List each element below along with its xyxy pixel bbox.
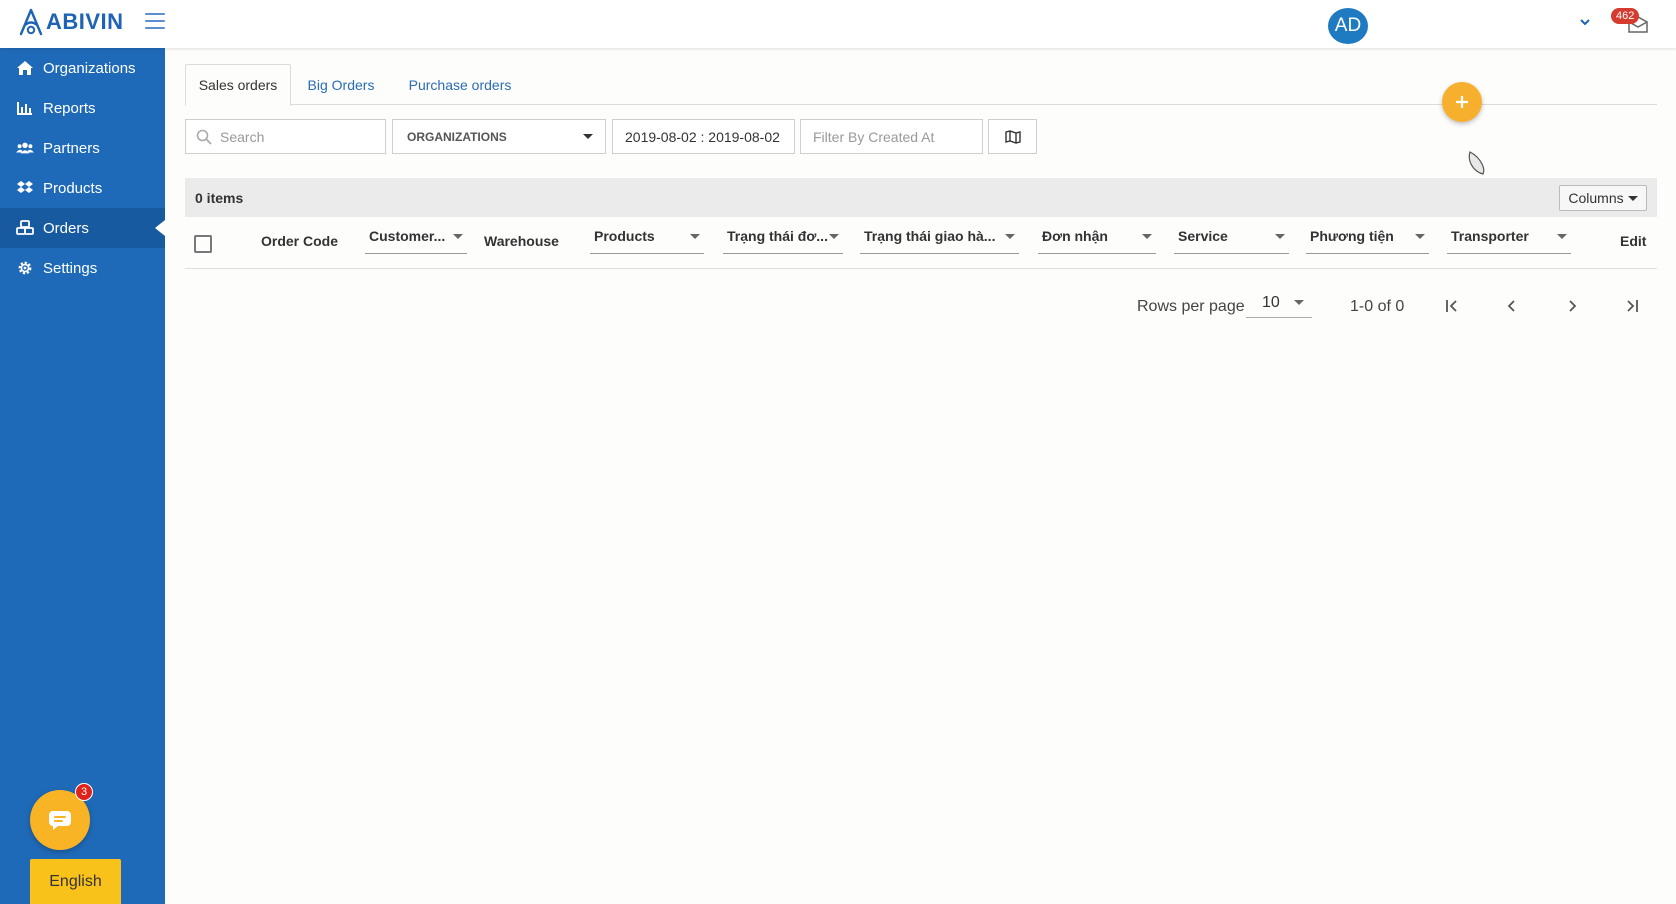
column-customer-label: Customer...	[369, 228, 446, 244]
sidebar-item-label: Reports	[43, 99, 96, 117]
last-page-button[interactable]	[1618, 292, 1646, 320]
tab-sales-orders[interactable]: Sales orders	[185, 64, 291, 106]
columns-button[interactable]: Columns	[1559, 185, 1647, 211]
caret-down-icon	[1627, 195, 1638, 201]
dropbox-icon	[16, 179, 34, 197]
caret-down-icon	[1005, 233, 1015, 239]
column-warehouse[interactable]: Warehouse	[484, 233, 559, 249]
tab-big-orders[interactable]: Big Orders	[291, 64, 391, 105]
previous-page-button[interactable]	[1498, 292, 1526, 320]
column-receipt[interactable]: Đơn nhận	[1038, 219, 1156, 254]
created-at-filter[interactable]: Filter By Created At	[800, 119, 983, 154]
brand-name: ABIVIN	[46, 9, 124, 34]
columns-button-label: Columns	[1568, 190, 1624, 206]
search-input[interactable]	[220, 128, 380, 145]
column-receipt-label: Đơn nhận	[1042, 228, 1108, 244]
language-button[interactable]: English	[30, 859, 121, 904]
sidebar-item-label: Partners	[43, 139, 100, 157]
caret-down-icon	[829, 233, 839, 239]
column-transporter-label: Transporter	[1451, 228, 1529, 244]
next-page-button[interactable]	[1558, 292, 1586, 320]
created-at-placeholder: Filter By Created At	[813, 128, 935, 145]
column-products[interactable]: Products	[590, 219, 704, 254]
last-page-icon	[1627, 300, 1638, 312]
avatar[interactable]: AD	[1328, 8, 1368, 44]
column-edit: Edit	[1620, 233, 1647, 249]
rows-per-page-label: Rows per page	[1137, 298, 1245, 315]
caret-down-icon	[690, 233, 700, 239]
gear-icon	[16, 259, 34, 277]
search-box	[185, 119, 386, 154]
column-delivery-status-label: Trạng thái giao hà...	[864, 228, 996, 244]
chat-icon	[49, 811, 71, 830]
mouse-cursor-icon	[1468, 151, 1485, 175]
column-order-status[interactable]: Trạng thái đơ...	[723, 219, 843, 254]
map-icon	[1004, 129, 1021, 144]
sidebar-item-organizations[interactable]: Organizations	[0, 48, 165, 88]
select-all-checkbox[interactable]	[194, 235, 212, 253]
bar-chart-icon	[16, 99, 34, 117]
sidebar-item-settings[interactable]: Settings	[0, 248, 165, 288]
add-order-button[interactable]	[1442, 82, 1482, 122]
column-delivery-status[interactable]: Trạng thái giao hà...	[860, 219, 1019, 254]
column-order-code[interactable]: Order Code	[261, 233, 338, 249]
first-page-icon	[1446, 300, 1457, 312]
sidebar-item-products[interactable]: Products	[0, 168, 165, 208]
rows-per-page-value: 10	[1262, 293, 1280, 311]
sidebar: Organizations Reports Partners Products …	[0, 48, 165, 904]
sidebar-item-label: Products	[43, 179, 103, 197]
pagination-range: 1-0 of 0	[1350, 298, 1405, 315]
column-vehicle[interactable]: Phương tiện	[1306, 219, 1429, 254]
column-products-label: Products	[594, 228, 655, 244]
organizations-select[interactable]: ORGANIZATIONS	[392, 119, 606, 154]
date-range-field[interactable]: 2019-08-02 : 2019-08-02	[612, 119, 795, 154]
caret-down-icon	[1275, 233, 1285, 239]
chevron-down-icon[interactable]	[1580, 16, 1590, 26]
users-icon	[16, 139, 34, 157]
items-count: 0 items	[195, 190, 244, 206]
caret-down-icon	[1142, 233, 1152, 239]
sidebar-item-label: Orders	[43, 219, 89, 237]
abivin-logo-icon	[19, 8, 43, 36]
chevron-left-icon	[1507, 300, 1515, 312]
sidebar-item-partners[interactable]: Partners	[0, 128, 165, 168]
rows-per-page-select[interactable]: 10	[1246, 288, 1312, 318]
column-vehicle-label: Phương tiện	[1310, 228, 1394, 244]
organizations-select-value: ORGANIZATIONS	[407, 129, 507, 144]
mail-count-badge: 462	[1611, 8, 1640, 24]
date-range-value: 2019-08-02 : 2019-08-02	[625, 128, 780, 145]
table-toolbar: 0 items Columns	[185, 178, 1657, 217]
table-header: Order Code Customer... Warehouse Product…	[185, 217, 1657, 269]
sidebar-item-reports[interactable]: Reports	[0, 88, 165, 128]
top-bar: ABIVIN AD 462	[0, 0, 1676, 48]
sidebar-item-label: Organizations	[43, 59, 136, 77]
chevron-right-icon	[1569, 300, 1577, 312]
caret-down-icon	[1294, 300, 1304, 305]
cubes-icon	[16, 219, 34, 237]
column-customer[interactable]: Customer...	[365, 219, 467, 254]
sidebar-item-orders[interactable]: Orders	[0, 208, 165, 248]
home-icon	[16, 59, 34, 77]
map-view-button[interactable]	[988, 119, 1037, 154]
caret-down-icon	[453, 233, 463, 239]
caret-down-icon	[1415, 233, 1425, 239]
search-icon	[196, 129, 212, 145]
column-order-status-label: Trạng thái đơ...	[727, 228, 828, 244]
column-transporter[interactable]: Transporter	[1447, 219, 1571, 254]
chat-badge: 3	[75, 783, 93, 801]
order-tabs: Sales orders Big Orders Purchase orders	[185, 64, 1657, 106]
menu-toggle-icon[interactable]	[145, 13, 165, 29]
plus-icon	[1456, 96, 1468, 108]
caret-down-icon	[583, 134, 593, 139]
column-service[interactable]: Service	[1174, 219, 1289, 254]
caret-down-icon	[1557, 233, 1567, 239]
column-service-label: Service	[1178, 228, 1228, 244]
first-page-button[interactable]	[1438, 292, 1466, 320]
tab-purchase-orders[interactable]: Purchase orders	[391, 64, 529, 105]
logo[interactable]: ABIVIN	[18, 8, 124, 36]
sidebar-item-label: Settings	[43, 259, 98, 277]
